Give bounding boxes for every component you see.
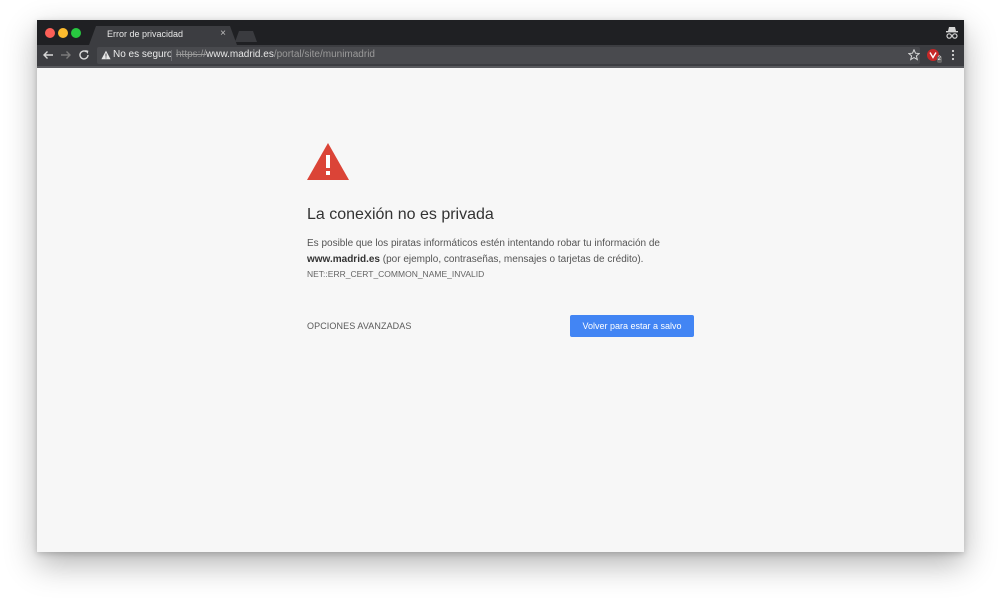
explanation-host: www.madrid.es — [307, 254, 380, 265]
reload-icon[interactable] — [78, 49, 90, 61]
forward-arrow-icon[interactable] — [60, 49, 72, 61]
security-status-label[interactable]: No es seguro — [113, 49, 172, 60]
tab-title: Error de privacidad — [107, 29, 184, 39]
url-scheme: https:// — [176, 49, 207, 60]
error-code: NET::ERR_CERT_COMMON_NAME_INVALID — [307, 269, 485, 279]
large-warning-triangle-icon — [307, 143, 349, 180]
new-tab-button[interactable] — [235, 31, 257, 42]
interstitial-page: La conexión no es privada Es posible que… — [37, 68, 964, 552]
kebab-menu-icon[interactable] — [950, 49, 956, 61]
browser-window: Error de privacidad × No es seguro https… — [37, 20, 964, 552]
explanation-text-end: (por ejemplo, contraseñas, mensajes o ta… — [379, 254, 644, 265]
url-host: www.madrid.es — [206, 49, 274, 60]
url-text[interactable]: https://www.madrid.es/portal/site/munima… — [176, 49, 375, 60]
advanced-options-link[interactable]: OPCIONES AVANZADAS — [307, 321, 412, 331]
browser-toolbar: No es seguro https://www.madrid.es/porta… — [37, 45, 964, 66]
explanation-paragraph: Es posible que los piratas informáticos … — [307, 236, 707, 268]
tab-bar: Error de privacidad × — [37, 20, 964, 45]
window-minimize-button[interactable] — [58, 28, 68, 38]
extension-badge: 2 — [936, 56, 942, 63]
window-maximize-button[interactable] — [71, 28, 81, 38]
address-bar[interactable]: No es seguro https://www.madrid.es/porta… — [97, 47, 920, 64]
back-to-safety-button[interactable]: Volver para estar a salvo — [570, 315, 694, 337]
back-arrow-icon[interactable] — [42, 49, 54, 61]
omnibox-separator — [171, 50, 172, 61]
page-title: La conexión no es privada — [307, 206, 494, 223]
url-path: /portal/site/munimadrid — [273, 49, 375, 60]
tab-active[interactable]: Error de privacidad × — [89, 26, 237, 45]
window-close-button[interactable] — [45, 28, 55, 38]
warning-triangle-icon[interactable] — [101, 50, 111, 60]
explanation-text-start: Es posible que los piratas informáticos … — [307, 238, 660, 249]
tab-close-icon[interactable]: × — [220, 28, 226, 40]
incognito-icon — [946, 27, 958, 39]
bookmark-star-icon[interactable] — [908, 49, 920, 61]
